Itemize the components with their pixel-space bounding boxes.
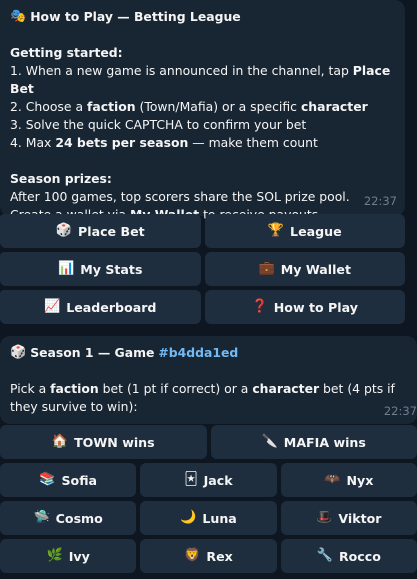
leaderboard-label: Leaderboard bbox=[66, 299, 157, 315]
step-4: 4. Max 24 bets per season — make them co… bbox=[10, 134, 397, 152]
lion-icon: 🦁 bbox=[184, 548, 201, 563]
my-stats-button[interactable]: 📊 My Stats bbox=[0, 252, 201, 286]
character-button-viktor[interactable]: 🎩 Viktor bbox=[280, 501, 417, 535]
character-label: Rex bbox=[206, 548, 233, 564]
books-icon: 📚 bbox=[39, 472, 56, 487]
help-message-time: 22:37 bbox=[363, 194, 397, 208]
character-label: Jack bbox=[203, 472, 233, 488]
getting-started-section: Getting started: 1. When a new game is a… bbox=[10, 44, 397, 152]
town-wins-button[interactable]: 🏠 TOWN wins bbox=[0, 425, 207, 459]
step-1-text: 1. When a new game is announced in the c… bbox=[10, 63, 353, 78]
step-2: 2. Choose a faction (Town/Mafia) or a sp… bbox=[10, 98, 397, 116]
getting-started-heading: Getting started: bbox=[10, 45, 123, 60]
game-message-body: Pick a faction bet (1 pt if correct) or … bbox=[10, 380, 409, 416]
flying-saucer-icon: 🛸 bbox=[33, 510, 50, 525]
character-label: Rocco bbox=[338, 548, 381, 564]
chart-increasing-icon: 📈 bbox=[44, 299, 61, 314]
step-4-bold: 24 bets per season bbox=[55, 135, 189, 150]
character-row-1: 📚 Sofia 🃏 Jack 🦇 Nyx bbox=[0, 463, 417, 497]
step-2-bold2: character bbox=[300, 99, 368, 114]
character-row-2: 🛸 Cosmo 🌙 Luna 🎩 Viktor bbox=[0, 501, 417, 535]
game-body-text-2: bet (1 pt if correct) or a bbox=[98, 381, 253, 396]
step-2-bold: faction bbox=[86, 99, 136, 114]
place-bet-button[interactable]: 🎲 Place Bet bbox=[0, 214, 201, 248]
character-button-sofia[interactable]: 📚 Sofia bbox=[0, 463, 137, 497]
prizes-line-1: After 100 games, top scorers share the S… bbox=[10, 189, 350, 204]
my-stats-label: My Stats bbox=[80, 261, 143, 277]
question-mark-icon: ❓ bbox=[251, 299, 268, 314]
dice-icon: 🎲 bbox=[10, 345, 27, 360]
character-label: Sofia bbox=[61, 472, 98, 488]
character-row-3: 🌿 Ivy 🦁 Rex 🔧 Rocco bbox=[0, 539, 417, 573]
step-4-post: — make them count bbox=[188, 135, 318, 150]
mafia-wins-label: MAFIA wins bbox=[283, 434, 366, 450]
step-2-mid: (Town/Mafia) or a specific bbox=[135, 99, 301, 114]
trophy-icon: 🏆 bbox=[267, 223, 285, 238]
how-to-play-button[interactable]: ❓ How to Play bbox=[204, 290, 405, 324]
help-message-title: How to Play — Betting League bbox=[30, 9, 241, 24]
league-label: League bbox=[290, 223, 342, 239]
how-to-play-label: How to Play bbox=[273, 299, 358, 315]
bet-keyboard: 🏠 TOWN wins 🔪 MAFIA wins 📚 Sofia 🃏 Jack 🦇 Nyx… bbox=[0, 425, 417, 573]
game-message: 🎲 Season 1 — Game #b4dda1ed Pick a facti… bbox=[0, 336, 417, 424]
character-button-jack[interactable]: 🃏 Jack bbox=[140, 463, 277, 497]
top-hat-icon: 🎩 bbox=[316, 510, 333, 525]
step-1: 1. When a new game is announced in the c… bbox=[10, 62, 397, 98]
game-body-faction: faction bbox=[50, 381, 99, 396]
character-button-ivy[interactable]: 🌿 Ivy bbox=[0, 539, 137, 573]
step-3: 3. Solve the quick CAPTCHA to confirm yo… bbox=[10, 116, 397, 134]
game-message-title: Season 1 — Game bbox=[30, 345, 155, 360]
step-4-text: 4. Max bbox=[10, 135, 56, 150]
wrench-icon: 🔧 bbox=[316, 548, 333, 563]
help-message: 🎭 How to Play — Betting League Getting s… bbox=[0, 0, 405, 222]
crescent-moon-icon: 🌙 bbox=[180, 510, 197, 525]
character-button-cosmo[interactable]: 🛸 Cosmo bbox=[0, 501, 137, 535]
leaderboard-button[interactable]: 📈 Leaderboard bbox=[0, 290, 201, 324]
herb-icon: 🌿 bbox=[46, 548, 63, 563]
theater-masks-icon: 🎭 bbox=[10, 9, 27, 24]
my-wallet-button[interactable]: 💼 My Wallet bbox=[204, 252, 405, 286]
game-hashtag-link[interactable]: #b4dda1ed bbox=[158, 344, 238, 362]
league-button[interactable]: 🏆 League bbox=[204, 214, 405, 248]
mafia-wins-button[interactable]: 🔪 MAFIA wins bbox=[210, 425, 417, 459]
game-body-text-1: Pick a bbox=[10, 381, 51, 396]
game-message-title-row: 🎲 Season 1 — Game #b4dda1ed bbox=[10, 344, 409, 362]
place-bet-label: Place Bet bbox=[78, 223, 145, 239]
help-message-title-row: 🎭 How to Play — Betting League bbox=[10, 8, 397, 26]
step-3-text: 3. Solve the quick CAPTCHA to confirm yo… bbox=[10, 117, 307, 132]
character-label: Ivy bbox=[68, 548, 90, 564]
character-label: Cosmo bbox=[55, 510, 103, 526]
character-label: Viktor bbox=[338, 510, 382, 526]
faction-row: 🏠 TOWN wins 🔪 MAFIA wins bbox=[0, 425, 417, 459]
my-wallet-label: My Wallet bbox=[280, 261, 351, 277]
menu-keyboard: 🎲 Place Bet 🏆 League 📊 My Stats 💼 My Wallet … bbox=[0, 214, 405, 324]
game-message-time: 22:37 bbox=[383, 404, 417, 418]
season-prizes-heading: Season prizes: bbox=[10, 171, 112, 186]
character-button-nyx[interactable]: 🦇 Nyx bbox=[280, 463, 417, 497]
house-icon: 🏠 bbox=[51, 434, 69, 449]
game-body-character: character bbox=[252, 381, 320, 396]
bat-icon: 🦇 bbox=[324, 472, 341, 487]
knife-icon: 🔪 bbox=[261, 434, 278, 449]
playing-card-icon: 🃏 bbox=[184, 472, 198, 487]
bar-chart-icon: 📊 bbox=[58, 261, 75, 276]
town-wins-label: TOWN wins bbox=[74, 434, 155, 450]
step-2-text: 2. Choose a bbox=[10, 99, 87, 114]
character-button-rex[interactable]: 🦁 Rex bbox=[140, 539, 277, 573]
character-label: Luna bbox=[202, 510, 237, 526]
dice-icon: 🎲 bbox=[55, 223, 73, 238]
character-label: Nyx bbox=[346, 472, 374, 488]
character-button-luna[interactable]: 🌙 Luna bbox=[140, 501, 277, 535]
character-button-rocco[interactable]: 🔧 Rocco bbox=[280, 539, 417, 573]
briefcase-icon: 💼 bbox=[258, 261, 275, 276]
